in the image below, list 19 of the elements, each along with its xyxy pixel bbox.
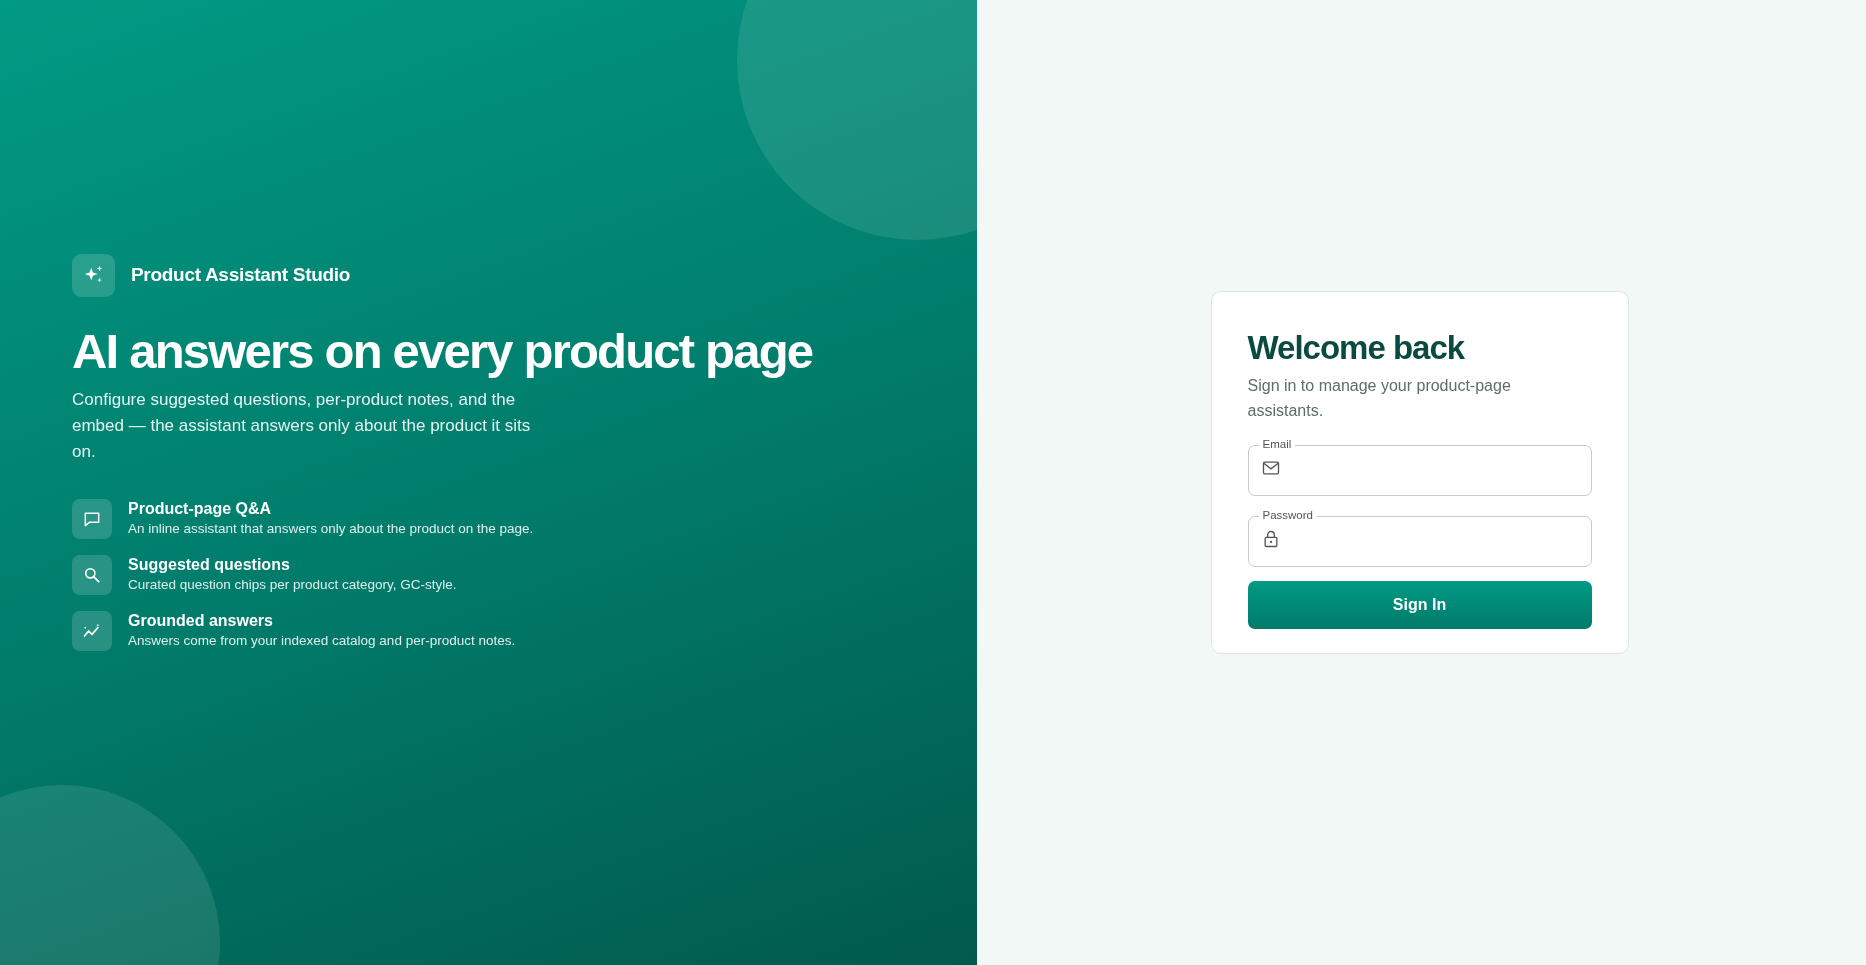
feature-description: An inline assistant that answers only about the product on the page.: [128, 520, 534, 539]
hero-description: Configure suggested questions, per-product notes, and the embed — the assistant answers only about the product it sits on.: [72, 389, 532, 464]
feature-title: Suggested questions: [128, 555, 291, 576]
field-label: Password: [1261, 510, 1314, 522]
login-subtitle: Sign in to manage your product-page assistants.: [1247, 376, 1512, 422]
password-field[interactable]: Password: [1247, 510, 1592, 568]
search-icon: [72, 555, 112, 596]
feature-description: Answers come from your indexed catalog and per-product notes.: [128, 632, 516, 651]
login-title: Welcome back: [1247, 327, 1466, 368]
hero-title: AI answers on every product page: [72, 322, 814, 380]
chat-bubble-icon: [72, 499, 112, 540]
sign-in-button[interactable]: Sign In: [1247, 581, 1592, 630]
feature-title: Product-page Q&A: [128, 499, 273, 520]
feature-description: Curated question chips per product category, GC-style.: [128, 576, 457, 595]
feature-title: Grounded answers: [128, 611, 274, 632]
brand-name: Product Assistant Studio: [131, 263, 351, 288]
field-label: Email: [1261, 439, 1293, 451]
sparkle-icon: [72, 253, 115, 297]
email-field[interactable]: Email: [1247, 439, 1592, 497]
